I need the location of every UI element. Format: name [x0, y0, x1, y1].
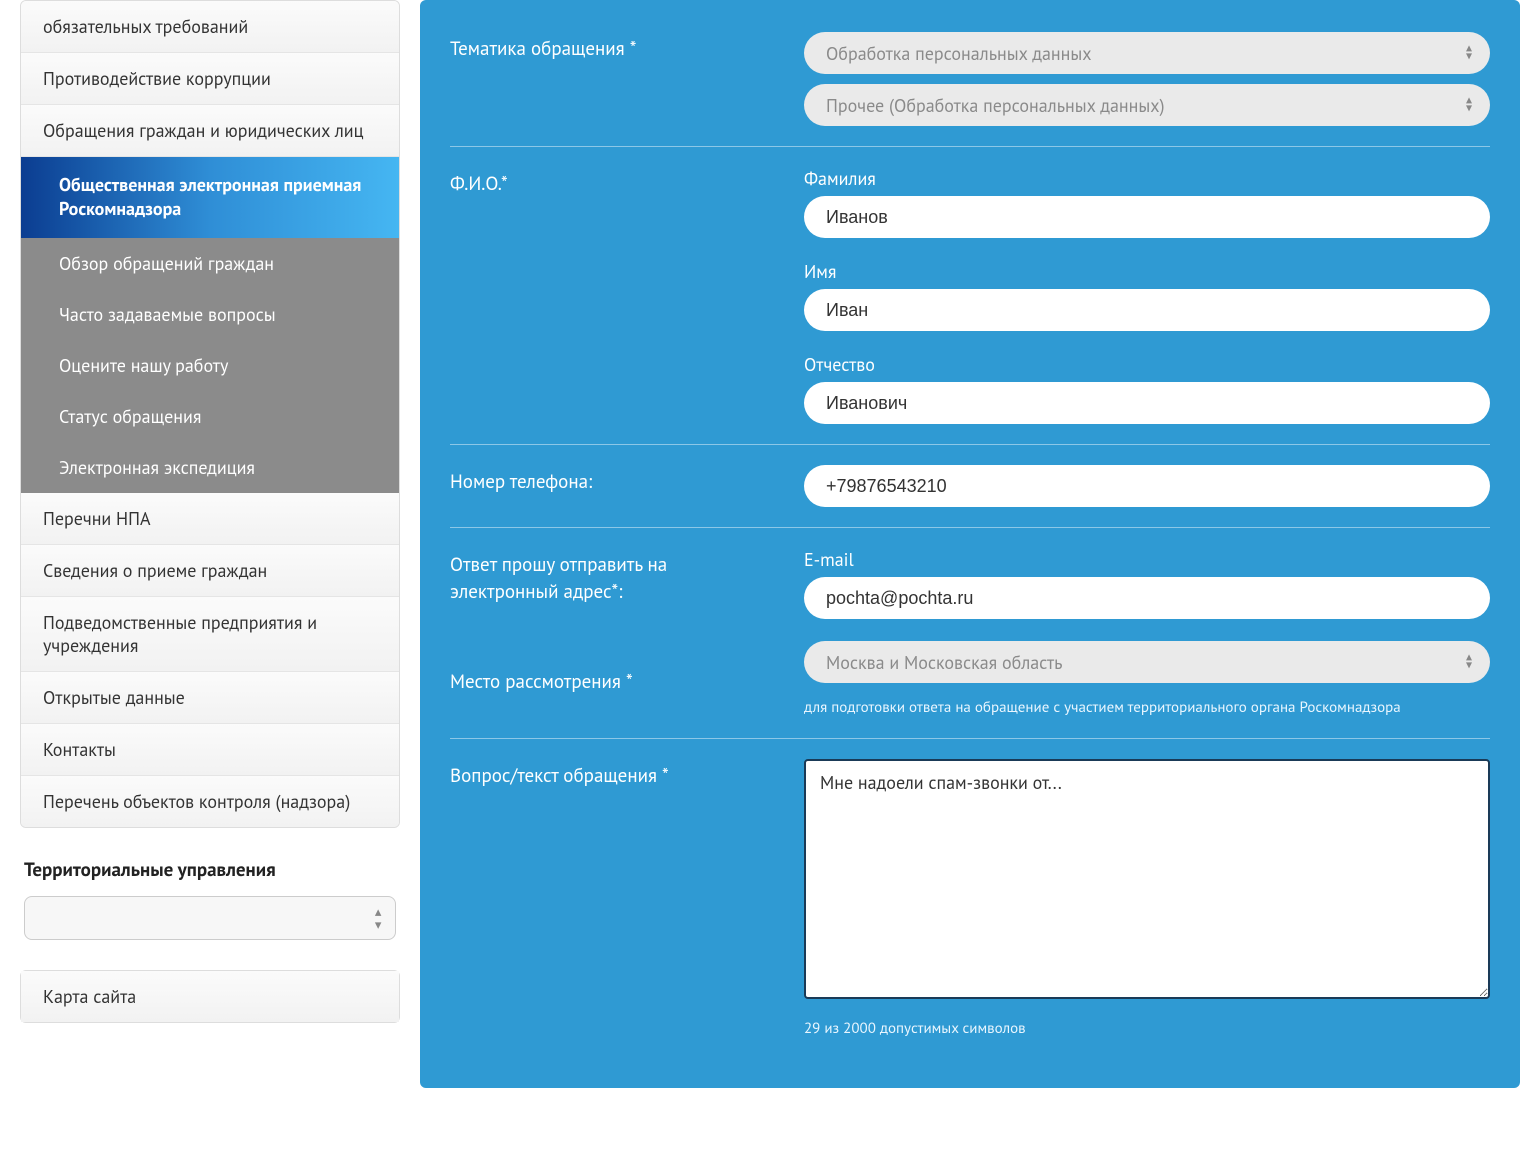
- sidebar-item-reception-info[interactable]: Сведения о приеме граждан: [21, 545, 399, 597]
- sidebar-sub-rate[interactable]: Оцените нашу работу: [21, 340, 399, 391]
- sidebar-item-subordinates[interactable]: Подведомственные предприятия и учреждени…: [21, 597, 399, 672]
- chevron-updown-icon: ▴▾: [1466, 97, 1472, 114]
- place-select-value: Москва и Московская область: [826, 651, 1450, 674]
- sidebar-sub-review[interactable]: Обзор обращений граждан: [21, 238, 399, 289]
- patronymic-label: Отчество: [804, 353, 1490, 376]
- chevron-updown-icon: ▴▾: [1466, 654, 1472, 671]
- sidebar-menu: обязательных требований Противодействие …: [20, 0, 400, 828]
- topic-select-2-value: Прочее (Обработка персональных данных): [826, 94, 1450, 117]
- sidebar-item-req[interactable]: обязательных требований: [21, 1, 399, 53]
- email-input[interactable]: [804, 577, 1490, 619]
- sidebar-sub-faq[interactable]: Часто задаваемые вопросы: [21, 289, 399, 340]
- reply-and-place-labels: Ответ прошу отправить на электронный адр…: [450, 548, 780, 718]
- sidebar-item-opendata[interactable]: Открытые данные: [21, 672, 399, 724]
- question-label: Вопрос/текст обращения *: [450, 759, 780, 1038]
- appeal-form: Тематика обращения * Обработка персональ…: [420, 0, 1520, 1088]
- char-counter: 29 из 2000 допустимых символов: [804, 1019, 1490, 1038]
- reply-label: Ответ прошу отправить на электронный адр…: [450, 552, 780, 605]
- patronymic-input[interactable]: [804, 382, 1490, 424]
- sidebar-item-objects[interactable]: Перечень объектов контроля (надзора): [21, 776, 399, 827]
- question-textarea[interactable]: [804, 759, 1490, 999]
- topic-select-1[interactable]: Обработка персональных данных ▴▾: [804, 32, 1490, 74]
- sidebar-sub-reception[interactable]: Общественная электронная приемная Роском…: [21, 157, 399, 238]
- topic-label: Тематика обращения *: [450, 32, 780, 126]
- phone-input[interactable]: [804, 465, 1490, 507]
- phone-label: Номер телефона:: [450, 465, 780, 507]
- name-label: Имя: [804, 260, 1490, 283]
- sidebar-sub-expedition[interactable]: Электронная экспедиция: [21, 442, 399, 493]
- topic-select-1-value: Обработка персональных данных: [826, 42, 1450, 65]
- place-helper: для подготовки ответа на обращение с уча…: [804, 697, 1490, 718]
- topic-select-2[interactable]: Прочее (Обработка персональных данных) ▴…: [804, 84, 1490, 126]
- surname-label: Фамилия: [804, 167, 1490, 190]
- sidebar: обязательных требований Противодействие …: [20, 0, 400, 1088]
- sidebar-item-contacts[interactable]: Контакты: [21, 724, 399, 776]
- sitemap-link[interactable]: Карта сайта: [21, 971, 399, 1022]
- email-label: E-mail: [804, 548, 1490, 571]
- fio-label: Ф.И.О.*: [450, 167, 780, 424]
- place-label: Место рассмотрения *: [450, 669, 780, 696]
- territorial-select[interactable]: ▴▾: [24, 896, 396, 940]
- sidebar-sub-status[interactable]: Статус обращения: [21, 391, 399, 442]
- surname-input[interactable]: [804, 196, 1490, 238]
- sitemap-box: Карта сайта: [20, 970, 400, 1023]
- chevron-updown-icon: ▴▾: [1466, 45, 1472, 62]
- chevron-updown-icon: ▴▾: [375, 905, 382, 931]
- place-select[interactable]: Москва и Московская область ▴▾: [804, 641, 1490, 683]
- territorial-heading: Территориальные управления: [24, 858, 400, 882]
- sidebar-item-npa[interactable]: Перечни НПА: [21, 493, 399, 545]
- sidebar-submenu: Общественная электронная приемная Роском…: [21, 157, 399, 493]
- sidebar-item-corruption[interactable]: Противодействие коррупции: [21, 53, 399, 105]
- sidebar-item-appeals[interactable]: Обращения граждан и юридических лиц: [21, 105, 399, 157]
- name-input[interactable]: [804, 289, 1490, 331]
